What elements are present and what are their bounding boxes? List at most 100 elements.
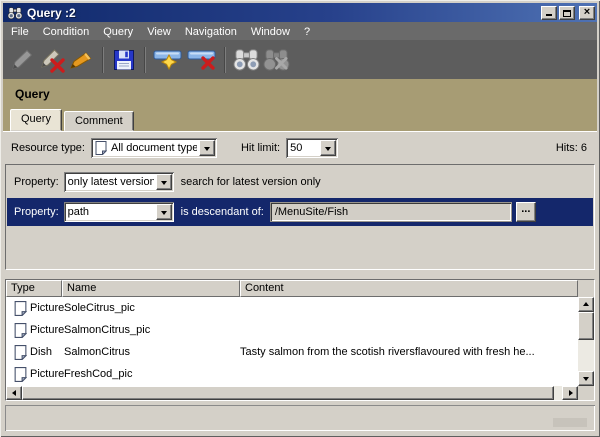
minimize-icon <box>546 13 552 16</box>
delete-with-pencil-button[interactable] <box>37 44 67 76</box>
property-select-path[interactable]: path <box>63 202 174 222</box>
property-dropdown-button[interactable] <box>155 174 172 190</box>
binoculars-x-icon <box>263 49 289 71</box>
vertical-scroll-thumb[interactable] <box>578 312 594 340</box>
query-window: Query :2 × File Condition Query View Nav… <box>0 0 600 437</box>
resource-type-select[interactable]: All document types <box>90 138 217 158</box>
menu-query[interactable]: Query <box>96 24 140 39</box>
chevron-down-icon <box>160 180 167 188</box>
scroll-right-button[interactable] <box>562 386 578 400</box>
toolbar-separator <box>224 46 226 73</box>
menu-condition[interactable]: Condition <box>36 24 96 39</box>
condition-row-latest-version[interactable]: Property: only latest version search for… <box>7 170 593 194</box>
add-condition-button[interactable] <box>151 44 185 76</box>
column-header-type[interactable]: Type <box>6 280 62 297</box>
maximize-button[interactable] <box>559 5 575 20</box>
conditions-panel: Property: only latest version search for… <box>5 164 595 270</box>
hit-limit-dropdown-button[interactable] <box>320 140 337 156</box>
edit-orange-pencil-button[interactable] <box>67 44 97 76</box>
table-row[interactable]: Dish SoleCitrus One of the finest ...ser… <box>6 385 578 386</box>
title-bar[interactable]: Query :2 × <box>3 3 597 22</box>
chevron-down-icon <box>203 146 210 154</box>
table-row[interactable]: Picture SalmonCitrus_pic <box>6 319 578 341</box>
status-bar <box>5 405 595 431</box>
toolbar <box>3 40 597 79</box>
document-icon <box>14 366 27 382</box>
menu-bar: File Condition Query View Navigation Win… <box>3 22 597 40</box>
arrow-down-icon <box>583 377 589 384</box>
column-header-name[interactable]: Name <box>62 280 240 297</box>
column-header-content[interactable]: Content <box>240 280 578 297</box>
menu-help[interactable]: ? <box>297 24 317 39</box>
document-icon <box>14 300 27 316</box>
floppy-disk-icon <box>114 49 134 70</box>
close-icon: × <box>583 5 591 18</box>
cell-type: Picture <box>30 368 64 380</box>
cell-type: Picture <box>30 324 64 336</box>
arrow-up-icon <box>583 299 589 306</box>
page-title: Query <box>15 87 50 101</box>
scrollbar-corner <box>578 386 594 400</box>
property-select-latest-version[interactable]: only latest version <box>63 172 174 192</box>
resize-grip[interactable] <box>553 418 587 427</box>
operator-label: is descendant of: <box>180 206 264 218</box>
arrow-right-icon <box>568 390 576 396</box>
scroll-up-button[interactable] <box>578 297 594 312</box>
save-query-button[interactable] <box>109 44 139 76</box>
edit-pencil-button[interactable] <box>7 44 37 76</box>
property-label: Property: <box>14 176 59 188</box>
condition-row-path[interactable]: Property: path is descendant of: /MenuSi… <box>7 198 593 226</box>
scroll-left-button[interactable] <box>6 386 22 400</box>
binoculars-icon <box>233 49 259 71</box>
browse-button[interactable]: ... <box>515 202 536 222</box>
toolbar-separator <box>102 46 104 73</box>
table-row[interactable]: Dish SalmonCitrus Tasty salmon from the … <box>6 341 578 363</box>
hit-limit-label: Hit limit: <box>240 142 281 154</box>
maximize-icon <box>563 9 571 17</box>
section-header: Query Query Comment <box>3 79 597 131</box>
pencil-orange-icon <box>70 51 92 69</box>
remove-condition-button[interactable] <box>185 44 219 76</box>
vertical-scrollbar[interactable] <box>578 297 594 386</box>
menu-file[interactable]: File <box>4 24 36 39</box>
binoculars-icon <box>7 6 23 19</box>
tab-comment[interactable]: Comment <box>63 111 134 131</box>
tab-query[interactable]: Query <box>10 109 62 131</box>
document-icon <box>95 141 107 155</box>
hit-limit-select[interactable]: 50 <box>286 138 339 158</box>
stop-search-button[interactable] <box>261 44 291 76</box>
document-icon <box>14 322 27 338</box>
menu-navigation[interactable]: Navigation <box>178 24 244 39</box>
toolbar-separator <box>144 46 146 73</box>
results-table: Type Name Content Picture SoleCitrus_pic… <box>5 279 595 401</box>
arrow-left-icon <box>9 390 16 396</box>
table-row[interactable]: Picture SoleCitrus_pic <box>6 297 578 319</box>
run-search-button[interactable] <box>231 44 261 76</box>
property-value: only latest version <box>67 176 154 188</box>
cell-name: SalmonCitrus_pic <box>64 324 151 336</box>
scroll-down-button[interactable] <box>578 371 594 386</box>
menu-window[interactable]: Window <box>244 24 297 39</box>
minimize-button[interactable] <box>541 5 557 20</box>
close-button[interactable]: × <box>579 5 595 20</box>
table-row[interactable]: Picture FreshCod_pic <box>6 363 578 385</box>
table-header-corner <box>578 280 594 297</box>
table-header: Type Name Content <box>6 280 578 297</box>
horizontal-scrollbar[interactable] <box>6 386 578 400</box>
pencil-red-x-icon <box>41 48 65 73</box>
query-tab-content: Resource type: All document types Hit li… <box>3 131 597 433</box>
tab-strip: Query Comment <box>10 109 136 131</box>
window-title: Query :2 <box>27 5 76 20</box>
menu-view[interactable]: View <box>140 24 178 39</box>
resource-type-dropdown-button[interactable] <box>198 140 215 156</box>
table-body: Picture SoleCitrus_pic Picture SalmonCit… <box>6 297 578 386</box>
condition-remove-icon <box>187 50 216 70</box>
path-value-input[interactable]: /MenuSite/Fish <box>269 202 512 222</box>
vertical-scroll-track[interactable] <box>578 340 594 371</box>
document-icon <box>14 344 27 360</box>
resource-type-label: Resource type: <box>11 142 85 154</box>
horizontal-scroll-thumb[interactable] <box>22 386 554 400</box>
condition-add-icon <box>153 50 182 70</box>
cell-type: Dish <box>30 346 53 358</box>
property-dropdown-button[interactable] <box>155 204 172 220</box>
